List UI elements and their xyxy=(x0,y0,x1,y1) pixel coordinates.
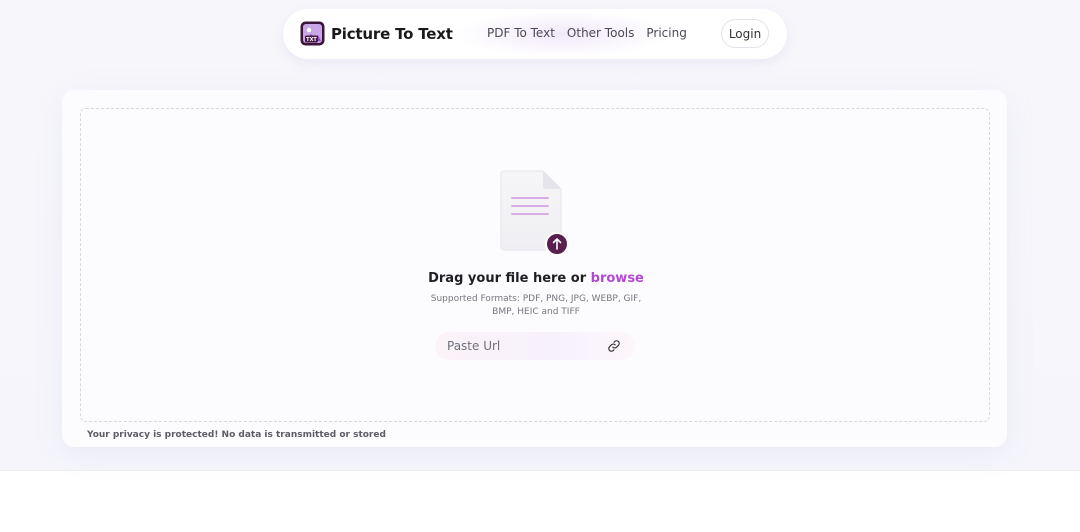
app-logo-icon: TXT xyxy=(300,21,325,46)
drag-text: Drag your file here or xyxy=(428,271,591,286)
upload-arrow-icon xyxy=(545,232,569,256)
nav-links: PDF To Text Other Tools Pricing xyxy=(487,26,699,40)
file-dropzone[interactable]: Drag your file here or browse Supported … xyxy=(80,108,990,422)
browse-link[interactable]: browse xyxy=(591,271,644,286)
paste-url-input[interactable] xyxy=(447,339,597,353)
nav-link-other-tools[interactable]: Other Tools xyxy=(567,26,634,40)
link-icon[interactable] xyxy=(607,339,621,353)
top-navbar: TXT Picture To Text PDF To Text Other To… xyxy=(283,9,787,59)
nav-link-pdf-to-text[interactable]: PDF To Text xyxy=(487,26,555,40)
supported-formats: Supported Formats: PDF, PNG, JPG, WEBP, … xyxy=(430,294,642,317)
nav-link-pricing[interactable]: Pricing xyxy=(646,26,686,40)
privacy-note: Your privacy is protected! No data is tr… xyxy=(87,430,386,440)
login-button[interactable]: Login xyxy=(721,19,769,48)
logo-badge-text: TXT xyxy=(306,37,317,43)
paste-url-box xyxy=(435,332,635,360)
drag-instruction: Drag your file here or browse xyxy=(81,271,991,286)
upload-card: Drag your file here or browse Supported … xyxy=(62,90,1007,447)
brand-name: Picture To Text xyxy=(331,24,453,43)
file-icon xyxy=(500,170,569,256)
brand[interactable]: TXT Picture To Text xyxy=(300,21,453,46)
